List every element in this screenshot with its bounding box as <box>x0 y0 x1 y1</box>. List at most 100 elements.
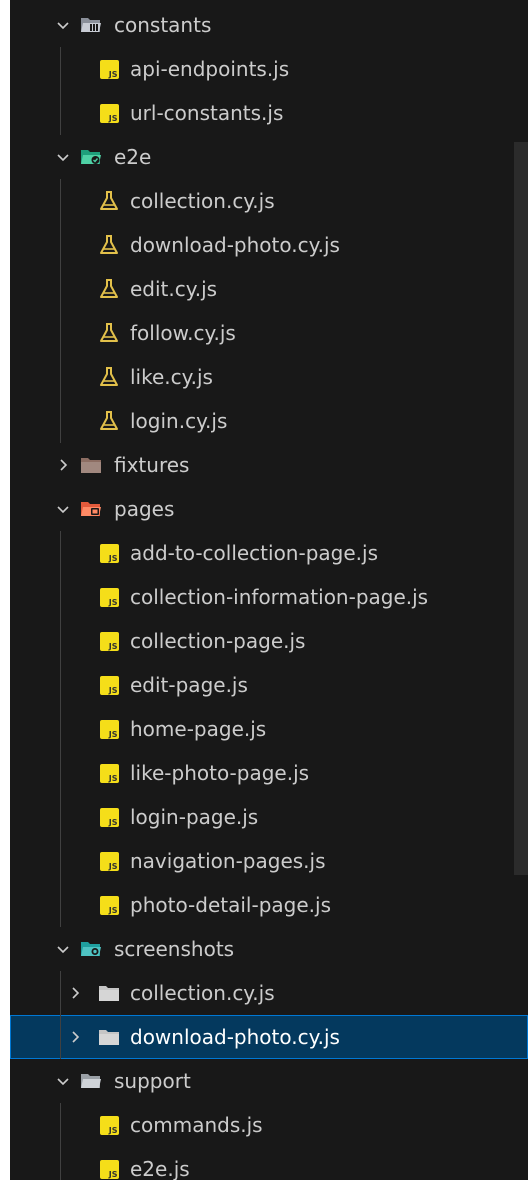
tree-folder-row[interactable]: collection.cy.js <box>10 971 528 1015</box>
folder-fixtures-icon <box>80 454 102 476</box>
js-file-icon <box>98 630 120 652</box>
indent-guide <box>60 91 61 135</box>
folder-constants-icon <box>80 14 102 36</box>
tree-file-row[interactable]: collection-page.js <box>10 619 528 663</box>
tree-file-row[interactable]: login.cy.js <box>10 399 528 443</box>
tree-file-row[interactable]: url-constants.js <box>10 91 528 135</box>
tree-item-label: collection.cy.js <box>130 189 275 213</box>
indent-guide <box>60 663 61 707</box>
indent-guide <box>60 1015 61 1059</box>
chevron-down-icon[interactable] <box>54 1072 72 1090</box>
tree-file-row[interactable]: photo-detail-page.js <box>10 883 528 927</box>
tree-folder-row[interactable]: e2e <box>10 135 528 179</box>
tree-item-label: download-photo.cy.js <box>130 1025 340 1049</box>
cypress-test-icon <box>98 322 120 344</box>
tree-item-label: edit-page.js <box>130 673 248 697</box>
tree-item-label: add-to-collection-page.js <box>130 541 378 565</box>
tree-item-label: edit.cy.js <box>130 277 218 301</box>
js-file-icon <box>98 762 120 784</box>
tree-item-label: photo-detail-page.js <box>130 893 331 917</box>
js-file-icon <box>98 58 120 80</box>
chevron-down-icon[interactable] <box>54 940 72 958</box>
tree-item-label: like-photo-page.js <box>130 761 310 785</box>
tree-folder-row[interactable]: fixtures <box>10 443 528 487</box>
indent-guide <box>60 1147 61 1180</box>
tree-folder-row[interactable]: download-photo.cy.js <box>10 1015 528 1059</box>
tree-item-label: pages <box>114 497 175 521</box>
js-file-icon <box>98 586 120 608</box>
chevron-down-icon[interactable] <box>54 500 72 518</box>
tree-item-label: collection-information-page.js <box>130 585 429 609</box>
tree-file-row[interactable]: like.cy.js <box>10 355 528 399</box>
tree-item-label: follow.cy.js <box>130 321 236 345</box>
tree-file-row[interactable]: commands.js <box>10 1103 528 1147</box>
indent-guide <box>60 575 61 619</box>
cypress-test-icon <box>98 190 120 212</box>
folder-icon <box>98 1026 120 1048</box>
js-file-icon <box>98 1158 120 1180</box>
indent-guide <box>60 1103 61 1147</box>
chevron-right-icon[interactable] <box>54 456 72 474</box>
chevron-right-icon[interactable] <box>66 984 84 1002</box>
indent-guide <box>60 179 61 223</box>
tree-item-label: like.cy.js <box>130 365 213 389</box>
indent-guide <box>60 311 61 355</box>
folder-screenshots-icon <box>80 938 102 960</box>
chevron-down-icon[interactable] <box>54 16 72 34</box>
js-file-icon <box>98 542 120 564</box>
tree-item-label: fixtures <box>114 453 190 477</box>
js-file-icon <box>98 102 120 124</box>
indent-guide <box>60 355 61 399</box>
indent-guide <box>60 795 61 839</box>
tree-file-row[interactable]: collection.cy.js <box>10 179 528 223</box>
folder-e2e-icon <box>80 146 102 168</box>
tree-file-row[interactable]: edit.cy.js <box>10 267 528 311</box>
tree-file-row[interactable]: e2e.js <box>10 1147 528 1180</box>
tree-file-row[interactable]: like-photo-page.js <box>10 751 528 795</box>
tree-folder-row[interactable]: constants <box>10 3 528 47</box>
file-explorer: constants api-endpoints.js url-constants.j… <box>10 0 528 1180</box>
tree-item-label: navigation-pages.js <box>130 849 326 873</box>
tree-item-label: url-constants.js <box>130 101 284 125</box>
js-file-icon <box>98 894 120 916</box>
indent-guide <box>60 883 61 927</box>
cypress-test-icon <box>98 410 120 432</box>
tree-file-row[interactable]: add-to-collection-page.js <box>10 531 528 575</box>
js-file-icon <box>98 1114 120 1136</box>
indent-guide <box>60 839 61 883</box>
tree-item-label: login.cy.js <box>130 409 228 433</box>
indent-guide <box>60 47 61 91</box>
tree-file-row[interactable]: navigation-pages.js <box>10 839 528 883</box>
tree-file-row[interactable]: follow.cy.js <box>10 311 528 355</box>
js-file-icon <box>98 718 120 740</box>
tree-file-row[interactable]: edit-page.js <box>10 663 528 707</box>
tree-file-row[interactable]: login-page.js <box>10 795 528 839</box>
tree-item-label: screenshots <box>114 937 235 961</box>
js-file-icon <box>98 850 120 872</box>
cypress-test-icon <box>98 278 120 300</box>
cypress-test-icon <box>98 366 120 388</box>
tree-item-label: commands.js <box>130 1113 263 1137</box>
tree-folder-row[interactable]: screenshots <box>10 927 528 971</box>
tree-item-label: collection.cy.js <box>130 981 275 1005</box>
vertical-scrollbar[interactable] <box>514 142 528 875</box>
chevron-down-icon[interactable] <box>54 148 72 166</box>
tree-file-row[interactable]: api-endpoints.js <box>10 47 528 91</box>
tree-item-label: e2e.js <box>130 1157 190 1180</box>
tree-folder-row[interactable]: support <box>10 1059 528 1103</box>
tree-item-label: download-photo.cy.js <box>130 233 340 257</box>
tree-item-label: support <box>114 1069 191 1093</box>
tree-file-row[interactable]: download-photo.cy.js <box>10 223 528 267</box>
js-file-icon <box>98 674 120 696</box>
tree-folder-row[interactable]: pages <box>10 487 528 531</box>
chevron-right-icon[interactable] <box>66 1028 84 1046</box>
folder-icon <box>98 982 120 1004</box>
tree-item-label: home-page.js <box>130 717 267 741</box>
tree-file-row[interactable]: collection-information-page.js <box>10 575 528 619</box>
tree-file-row[interactable]: home-page.js <box>10 707 528 751</box>
js-file-icon <box>98 806 120 828</box>
folder-pages-icon <box>80 498 102 520</box>
tree-item-label: constants <box>114 13 212 37</box>
indent-guide <box>60 707 61 751</box>
indent-guide <box>60 267 61 311</box>
